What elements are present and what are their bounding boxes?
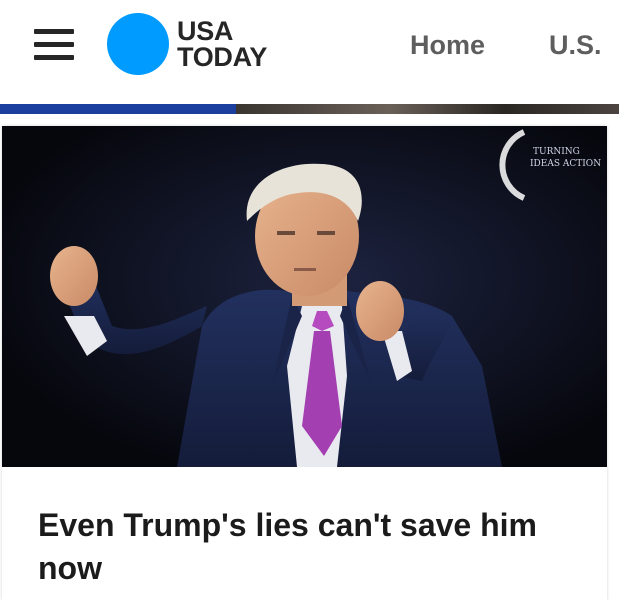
- article-card[interactable]: TURNING IDEAS ACTION Even Trump's lies c…: [2, 126, 607, 600]
- usa-today-logo-icon[interactable]: [107, 13, 169, 75]
- carousel-strip: [0, 104, 619, 114]
- site-header: USA TODAY Home U.S.: [0, 0, 619, 104]
- logo-line-1: USA: [177, 16, 234, 46]
- menu-icon-bar: [34, 42, 74, 47]
- logo-line-2: TODAY: [177, 42, 268, 72]
- nav-home-link[interactable]: Home: [410, 30, 485, 61]
- menu-icon[interactable]: [34, 27, 76, 61]
- article-photo-illustration: TURNING IDEAS ACTION: [2, 126, 607, 467]
- nav-us-link[interactable]: U.S.: [549, 30, 602, 61]
- menu-icon-bar: [34, 55, 74, 60]
- usa-today-wordmark[interactable]: USA TODAY: [177, 16, 268, 72]
- strip-blue-segment: [0, 104, 236, 114]
- svg-text:TURNING: TURNING: [533, 147, 580, 157]
- strip-photo-segment: [236, 104, 619, 114]
- menu-icon-bar: [34, 29, 74, 34]
- svg-text:IDEAS ACTION: IDEAS ACTION: [530, 159, 601, 169]
- article-image[interactable]: TURNING IDEAS ACTION: [2, 126, 607, 467]
- article-headline[interactable]: Even Trump's lies can't save him now: [38, 504, 578, 590]
